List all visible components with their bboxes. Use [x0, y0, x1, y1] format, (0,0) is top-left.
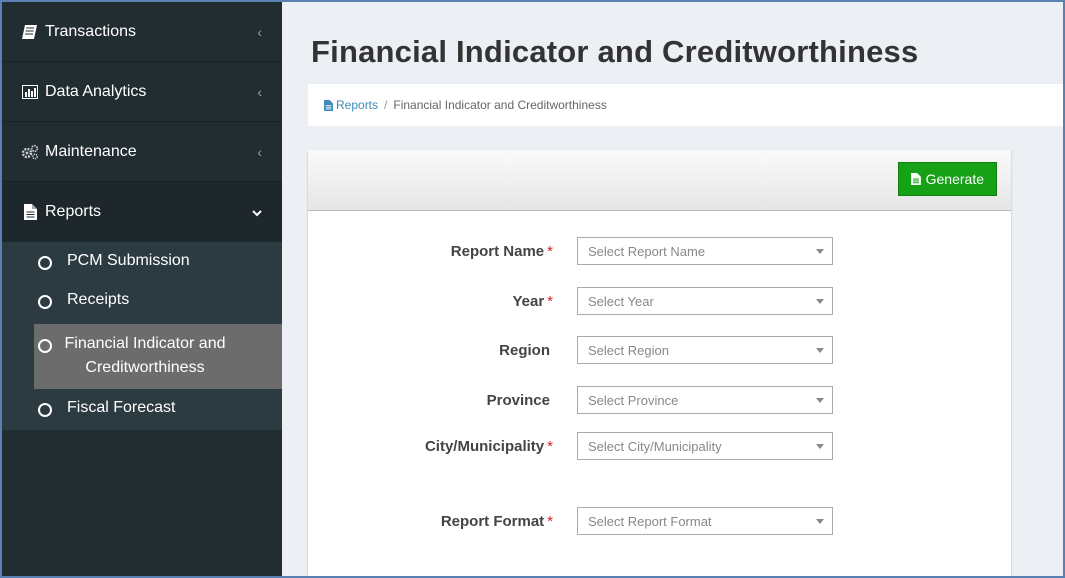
- field-label: Year *: [512, 293, 553, 310]
- book-icon: [20, 24, 40, 39]
- caret-down-icon: [816, 249, 824, 254]
- submenu-item-label: Financial Indicator and Creditworthiness: [64, 335, 226, 376]
- report-name-select[interactable]: Select Report Name: [577, 237, 833, 265]
- circle-icon: [38, 403, 52, 417]
- cogs-icon: [20, 144, 40, 160]
- sidebar-item-label: Reports: [45, 203, 102, 220]
- form-row-region: Region Select Region: [308, 336, 1011, 366]
- circle-icon: [38, 295, 52, 309]
- generate-button[interactable]: Generate: [897, 162, 997, 196]
- required-marker: *: [547, 243, 553, 260]
- sidebar: Transactions ‹ Data Analytics ‹ Maintena…: [2, 2, 282, 576]
- breadcrumb-root-label: Reports: [336, 98, 379, 112]
- chevron-left-icon: ‹: [257, 143, 262, 160]
- field-label: Province: [486, 392, 550, 409]
- sidebar-item-reports[interactable]: Reports: [2, 182, 282, 242]
- circle-icon: [38, 256, 52, 270]
- sidebar-item-label: Transactions: [45, 22, 136, 40]
- field-label: Report Format *: [440, 513, 553, 530]
- report-format-select[interactable]: Select Report Format: [577, 507, 833, 535]
- file-icon: [20, 204, 40, 220]
- caret-down-icon: [816, 299, 824, 304]
- chevron-left-icon: ‹: [257, 23, 262, 40]
- breadcrumb-reports-link[interactable]: Reports: [324, 98, 378, 112]
- sidebar-item-data-analytics[interactable]: Data Analytics ‹: [2, 62, 282, 122]
- sidebar-item-label: Maintenance: [45, 142, 137, 160]
- required-marker: *: [547, 293, 553, 310]
- breadcrumb-current: Financial Indicator and Creditworthiness: [393, 98, 607, 112]
- main-content: Financial Indicator and Creditworthiness…: [284, 2, 1063, 576]
- form-row-city-municipality: City/Municipality * Select City/Municipal…: [308, 432, 1011, 462]
- submenu-item-pcm-submission[interactable]: PCM Submission: [2, 242, 282, 281]
- chevron-left-icon: ‹: [257, 83, 262, 100]
- form-row-report-name: Report Name * Select Report Name: [308, 237, 1011, 267]
- panel-header: Generate: [308, 150, 1011, 211]
- sidebar-item-transactions[interactable]: Transactions ‹: [2, 2, 282, 62]
- sidebar-item-maintenance[interactable]: Maintenance ‹: [2, 122, 282, 182]
- submenu-item-financial-indicator[interactable]: Financial Indicator and Creditworthiness: [34, 324, 282, 389]
- submenu-item-fiscal-forecast[interactable]: Fiscal Forecast: [2, 389, 282, 430]
- sidebar-item-label: Data Analytics: [45, 82, 147, 100]
- caret-down-icon: [816, 348, 824, 353]
- submenu-item-label: Fiscal Forecast: [67, 399, 176, 416]
- bar-chart-icon: [20, 84, 40, 99]
- breadcrumb-separator: /: [384, 98, 388, 112]
- select-placeholder: Select Region: [588, 342, 669, 358]
- caret-down-icon: [816, 519, 824, 524]
- field-label: Region: [499, 342, 550, 359]
- field-label: Report Name *: [450, 243, 553, 260]
- select-placeholder: Select City/Municipality: [588, 438, 722, 454]
- form-row-report-format: Report Format * Select Report Format: [308, 507, 1011, 537]
- chevron-down-icon: [252, 205, 262, 220]
- caret-down-icon: [816, 398, 824, 403]
- submenu-item-label: Receipts: [67, 291, 130, 308]
- field-label: City/Municipality *: [424, 438, 553, 455]
- app-window: Transactions ‹ Data Analytics ‹ Maintena…: [0, 0, 1065, 578]
- select-placeholder: Select Report Format: [588, 513, 712, 529]
- form-row-province: Province Select Province: [308, 386, 1011, 416]
- file-icon: [324, 99, 333, 111]
- submenu-item-label: PCM Submission: [67, 252, 190, 269]
- caret-down-icon: [816, 444, 824, 449]
- submenu-item-receipts[interactable]: Receipts: [2, 281, 282, 324]
- region-select[interactable]: Select Region: [577, 336, 833, 364]
- generate-button-label: Generate: [925, 171, 984, 187]
- required-marker: *: [547, 513, 553, 530]
- province-select[interactable]: Select Province: [577, 386, 833, 414]
- required-marker: *: [547, 438, 553, 455]
- breadcrumb: Reports / Financial Indicator and Credit…: [308, 84, 1063, 126]
- reports-submenu: PCM Submission Receipts Financial Indica…: [2, 242, 282, 430]
- select-placeholder: Select Year: [588, 293, 654, 309]
- city-municipality-select[interactable]: Select City/Municipality: [577, 432, 833, 460]
- year-select[interactable]: Select Year: [577, 287, 833, 315]
- select-placeholder: Select Province: [588, 392, 679, 408]
- page-title: Financial Indicator and Creditworthiness: [311, 34, 919, 69]
- select-placeholder: Select Report Name: [588, 243, 706, 259]
- report-form-panel: Generate Report Name * Select Report Name…: [308, 150, 1011, 576]
- file-icon: [910, 173, 921, 185]
- form-row-year: Year * Select Year: [308, 287, 1011, 317]
